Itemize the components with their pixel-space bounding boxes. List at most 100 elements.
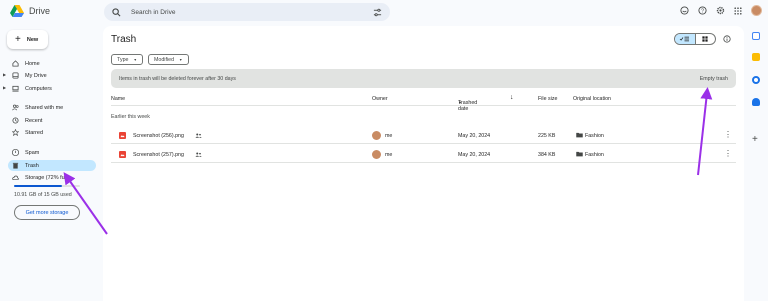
app-name: Drive: [29, 6, 51, 16]
star-icon: [12, 129, 19, 136]
settings-gear-icon[interactable]: [715, 6, 725, 16]
info-icon: [722, 34, 731, 43]
more-actions-icon[interactable]: ⋮: [724, 130, 732, 139]
original-location[interactable]: Fashion: [585, 133, 604, 139]
new-button-label: New: [26, 36, 39, 43]
sidebar-item-label: Storage (72% full): [25, 174, 70, 181]
shared-people-icon: [195, 133, 202, 138]
image-file-icon: [119, 132, 126, 139]
sidebar-item-shared-with-me[interactable]: Shared with me: [8, 102, 96, 113]
keep-app-icon[interactable]: [752, 53, 760, 61]
list-view-button[interactable]: [675, 34, 696, 44]
sidebar-item-label: Computers: [25, 85, 52, 92]
apps-grid-icon[interactable]: [733, 6, 743, 16]
home-icon: [12, 60, 19, 67]
owner-name: me: [385, 152, 393, 158]
main-panel: Trash Type ▼ Modified ▼ Items in trash w…: [103, 26, 744, 301]
column-header-original-location[interactable]: Original location: [573, 96, 611, 102]
sidebar-item-label: Spam: [25, 149, 40, 156]
grid-view-button[interactable]: [696, 34, 716, 44]
contacts-app-icon[interactable]: [752, 98, 760, 106]
drive-logo-icon: [10, 5, 24, 17]
filter-label: Type: [117, 56, 129, 63]
type-filter-chip[interactable]: Type ▼: [111, 54, 143, 65]
trash-info-banner: Items in trash will be deleted forever a…: [111, 69, 736, 88]
calendar-app-icon[interactable]: [752, 32, 760, 40]
search-options-icon[interactable]: [373, 8, 382, 17]
side-panel-rail: +: [744, 26, 768, 301]
sidebar-item-starred[interactable]: Starred: [8, 127, 96, 138]
empty-trash-button[interactable]: Empty trash: [700, 76, 728, 82]
trashed-date: May 20, 2024: [458, 152, 491, 158]
storage-usage-bar: [14, 185, 80, 187]
more-actions-icon[interactable]: ⋮: [724, 149, 732, 158]
column-header-name[interactable]: Name: [111, 96, 125, 102]
search-input[interactable]: Search in Drive: [131, 9, 373, 16]
folder-icon: [576, 151, 583, 157]
drive-logo[interactable]: Drive: [10, 5, 50, 17]
owner-avatar: [372, 131, 381, 140]
file-name: Screenshot (257).png: [133, 152, 184, 158]
sort-direction-arrow-icon[interactable]: ↓: [510, 94, 514, 101]
table-row[interactable]: Screenshot (257).png me May 20, 2024 384…: [111, 146, 736, 163]
add-addon-icon[interactable]: +: [752, 134, 758, 145]
filter-label: Modified: [154, 56, 175, 63]
top-right-icons: ?: [679, 5, 762, 16]
sidebar-item-spam[interactable]: Spam: [8, 147, 96, 158]
sidebar-item-label: Home: [25, 60, 40, 67]
sidebar-item-computers[interactable]: Computers: [8, 83, 96, 94]
table-header: Name Owner Trashed date ▼ ↓ File size Or…: [111, 92, 736, 112]
banner-message: Items in trash will be deleted forever a…: [119, 75, 236, 82]
image-file-icon: [119, 151, 126, 158]
view-details-button[interactable]: [722, 34, 731, 43]
sidebar-item-my-drive[interactable]: My Drive: [8, 70, 96, 81]
sidebar-item-home[interactable]: Home: [8, 58, 96, 69]
trash-icon: [12, 162, 19, 169]
sidebar-item-trash[interactable]: Trash: [8, 160, 96, 171]
search-bar[interactable]: Search in Drive: [104, 3, 390, 21]
owner-name: me: [385, 133, 393, 139]
file-size: 225 KB: [538, 133, 556, 139]
sidebar-item-label: Starred: [25, 129, 44, 136]
modified-filter-chip[interactable]: Modified ▼: [148, 54, 189, 65]
new-button[interactable]: + New: [7, 30, 48, 49]
column-header-owner[interactable]: Owner: [372, 96, 388, 102]
account-avatar[interactable]: [751, 5, 762, 16]
sidebar-item-label: Trash: [25, 162, 39, 169]
clock-icon: [12, 117, 19, 124]
svg-text:?: ?: [701, 8, 704, 14]
top-bar: Drive Search in Drive ?: [0, 0, 768, 26]
dropdown-arrow-icon: ▼: [179, 57, 183, 62]
offline-status-icon[interactable]: [679, 6, 689, 16]
sidebar-item-recent[interactable]: Recent: [8, 115, 96, 126]
column-header-file-size[interactable]: File size: [538, 96, 557, 102]
shared-people-icon: [195, 152, 202, 157]
help-icon[interactable]: ?: [697, 6, 707, 16]
plus-icon: +: [15, 33, 21, 45]
grid-view-icon: [702, 36, 708, 42]
file-size: 384 KB: [538, 152, 556, 158]
sidebar-item-storage[interactable]: Storage (72% full): [8, 172, 96, 183]
computer-icon: [12, 85, 19, 92]
table-row[interactable]: Screenshot (256).png me May 20, 2024 225…: [111, 127, 736, 144]
storage-usage-fill: [14, 185, 62, 187]
page-title: Trash: [111, 34, 137, 45]
my-drive-icon: [12, 72, 19, 79]
original-location[interactable]: Fashion: [585, 152, 604, 158]
cloud-icon: [12, 174, 19, 181]
view-toggle[interactable]: [674, 33, 716, 45]
section-heading: Earlier this week: [111, 114, 150, 120]
sidebar-item-label: My Drive: [25, 72, 47, 79]
storage-usage-text: 10.91 GB of 15 GB used: [14, 192, 72, 198]
tasks-app-icon[interactable]: [752, 76, 760, 84]
expand-caret-icon[interactable]: ▶: [3, 72, 6, 77]
dropdown-arrow-icon: ▼: [133, 57, 137, 62]
expand-caret-icon[interactable]: ▶: [3, 85, 6, 90]
people-icon: [12, 104, 19, 111]
search-icon: [112, 7, 121, 16]
sidebar-item-label: Recent: [25, 117, 43, 124]
get-more-storage-button[interactable]: Get more storage: [14, 205, 80, 220]
spam-icon: [12, 149, 19, 156]
owner-avatar: [372, 150, 381, 159]
sidebar: + New Home ▶ My Drive ▶ Computers Shared…: [0, 26, 103, 301]
